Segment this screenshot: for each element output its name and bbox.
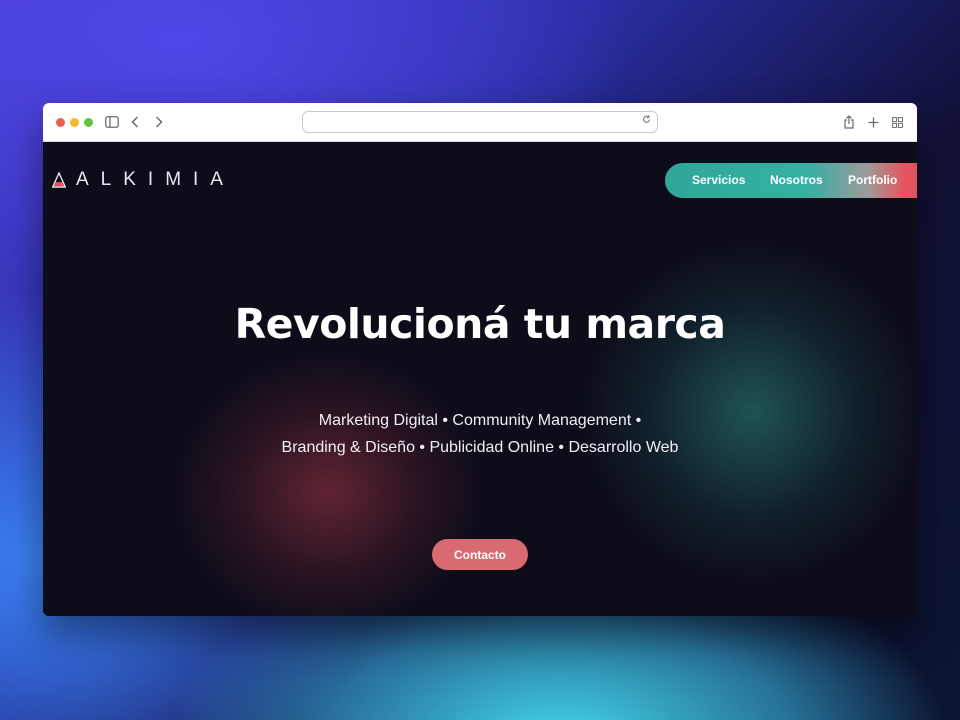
back-icon[interactable] (128, 112, 142, 132)
site-logo[interactable]: ALKIMIA (52, 169, 235, 190)
nav-item-nosotros[interactable]: Nosotros (770, 173, 823, 187)
share-icon[interactable] (842, 112, 856, 132)
forward-icon[interactable] (152, 112, 166, 132)
close-window-button[interactable] (56, 118, 65, 127)
nav-item-portfolio[interactable]: Portfolio (848, 173, 897, 187)
browser-toolbar (43, 103, 917, 142)
reload-icon[interactable] (642, 114, 651, 127)
minimize-window-button[interactable] (70, 118, 79, 127)
sidebar-icon[interactable] (104, 112, 120, 132)
address-bar[interactable] (302, 111, 658, 133)
new-tab-icon[interactable] (866, 112, 880, 132)
hero-title: Revolucioná tu marca (234, 300, 726, 348)
contacto-button[interactable]: Contacto (432, 539, 528, 570)
logo-text: ALKIMIA (76, 169, 235, 190)
zoom-window-button[interactable] (84, 118, 93, 127)
services-line-1: Marketing Digital • Community Management… (318, 412, 642, 429)
services-line-2: Branding & Diseño • Publicidad Online • … (281, 439, 679, 456)
webpage: ALKIMIA Servicios Nosotros Portfolio Rev… (43, 142, 917, 616)
main-nav: Servicios Nosotros Portfolio (665, 163, 917, 198)
logo-flask-icon (52, 172, 66, 188)
tab-overview-icon[interactable] (890, 112, 904, 132)
nav-item-servicios[interactable]: Servicios (692, 173, 745, 187)
browser-window: ALKIMIA Servicios Nosotros Portfolio Rev… (43, 103, 917, 616)
